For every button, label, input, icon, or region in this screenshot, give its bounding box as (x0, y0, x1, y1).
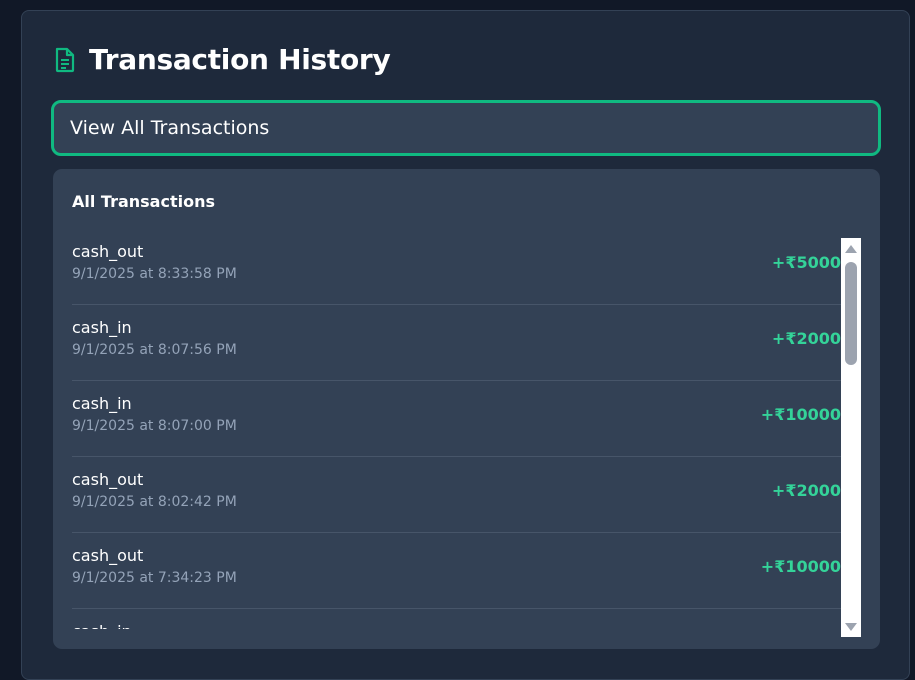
transaction-type: cash_in (72, 622, 132, 629)
list-scrollbar[interactable] (841, 238, 861, 637)
transaction-date: 9/1/2025 at 8:07:00 PM (72, 418, 237, 434)
transaction-history-card: Transaction History View All Transaction… (21, 10, 910, 680)
header: Transaction History (54, 43, 391, 76)
scrollbar-thumb[interactable] (845, 262, 857, 365)
document-icon (54, 47, 76, 73)
transaction-type: cash_out (72, 242, 144, 261)
page-title: Transaction History (89, 43, 391, 76)
transactions-panel: All Transactions cash_out 9/1/2025 at 8:… (53, 169, 880, 649)
transaction-row: cash_out 9/1/2025 at 8:02:42 PM +₹2000 (72, 457, 841, 533)
transaction-date: 9/1/2025 at 8:33:58 PM (72, 266, 237, 282)
panel-title: All Transactions (72, 192, 215, 211)
transaction-amount: +₹2000 (771, 481, 841, 500)
transaction-type: cash_in (72, 394, 132, 413)
transaction-type: cash_out (72, 546, 144, 565)
transaction-type: cash_out (72, 470, 144, 489)
transaction-row: cash_out 9/1/2025 at 8:33:58 PM +₹5000 (72, 229, 841, 305)
transaction-row: cash_in 9/1/2025 at 8:07:56 PM +₹2000 (72, 305, 841, 381)
transaction-row: cash_in (72, 609, 841, 629)
transaction-list[interactable]: cash_out 9/1/2025 at 8:33:58 PM +₹5000 c… (72, 229, 841, 629)
transaction-row: cash_in 9/1/2025 at 8:07:00 PM +₹10000 (72, 381, 841, 457)
scroll-down-arrow-icon[interactable] (845, 623, 857, 631)
transaction-type: cash_in (72, 318, 132, 337)
scroll-up-arrow-icon[interactable] (845, 245, 857, 253)
transaction-date: 9/1/2025 at 8:02:42 PM (72, 494, 237, 510)
transaction-amount: +₹5000 (771, 253, 841, 272)
transaction-amount: +₹2000 (771, 329, 841, 348)
transaction-date: 9/1/2025 at 7:34:23 PM (72, 570, 237, 586)
transaction-amount: +₹10000 (760, 405, 841, 424)
view-all-transactions-button[interactable]: View All Transactions (51, 100, 881, 156)
transaction-row: cash_out 9/1/2025 at 7:34:23 PM +₹10000 (72, 533, 841, 609)
transaction-amount: +₹10000 (760, 557, 841, 576)
transaction-date: 9/1/2025 at 8:07:56 PM (72, 342, 237, 358)
